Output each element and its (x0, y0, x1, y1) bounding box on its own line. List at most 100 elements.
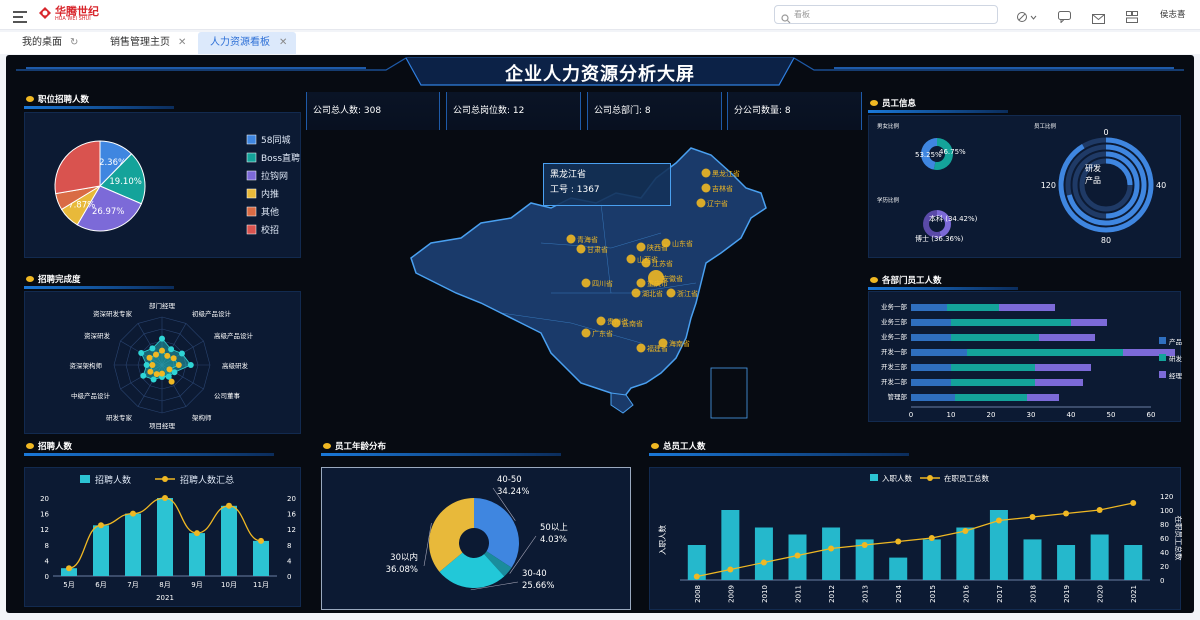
line-point (1130, 500, 1137, 506)
panel-recruit-bar: 招聘人数 招聘人数汇总 0 0 4 4 8 8 12 12 16 16 20 20 5月 6月 7月 8月 9月 10… (24, 467, 301, 607)
y2-tick-label: 20 (287, 495, 296, 503)
stat-card-branches: 分公司数量: 8 (727, 92, 862, 130)
donut-value: 4.03% (540, 535, 567, 545)
x-tick-label: 2018 (1030, 585, 1038, 603)
panel-radar: 部门经理 初级产品设计 高级产品设计 高级研发 公司董事 架构师 项目经理 研发专家 中级产品设… (24, 291, 301, 434)
bar (221, 505, 237, 576)
line-point (226, 502, 232, 509)
map-label: 云南省 (622, 319, 643, 328)
legend-swatch (1159, 337, 1166, 344)
top-bar: 华腾世纪 HUA WEI SHUI 看板 侯志喜 (0, 0, 1200, 30)
tab-desktop[interactable]: 我的桌面 ↻ (14, 32, 96, 54)
stat-branches: 分公司数量: 8 (734, 106, 791, 116)
tab-hr[interactable]: 人力资源看板 ✕ (198, 32, 296, 54)
bar-segment (1039, 334, 1095, 341)
refresh-icon[interactable]: ↻ (70, 32, 78, 54)
x-tick-label: 0 (909, 411, 913, 419)
line-point (258, 537, 264, 544)
section-title-recruit-count: 招聘人数 (24, 440, 274, 456)
radar-point (170, 355, 177, 362)
map-point (626, 254, 636, 264)
y2-tick-label: 16 (287, 511, 296, 519)
y-axis-title: 入职人数 (657, 525, 667, 555)
radar-label: 资深架构师 (70, 361, 103, 370)
section-title-info: 员工信息 (868, 97, 1008, 113)
mail-icon[interactable] (1092, 9, 1105, 28)
x-tick-label: 5月 (63, 581, 74, 589)
map-label: 吉林省 (712, 184, 733, 193)
radar-label: 初级产品设计 (192, 309, 232, 318)
staff-title: 员工比例 (1034, 122, 1057, 130)
y2-tick-label: 120 (1160, 493, 1173, 501)
radar-label: 部门经理 (149, 301, 176, 310)
section-title-dept: 各部门员工人数 (868, 274, 1018, 290)
bar (93, 525, 109, 576)
section-title-recruit-positions: 职位招聘人数 (24, 93, 174, 109)
menu-icon[interactable] (13, 8, 27, 23)
search-input[interactable]: 看板 (774, 5, 998, 24)
y2-tick-label: 0 (1160, 577, 1164, 585)
bar-segment (911, 334, 951, 341)
bar-segment (955, 394, 1027, 401)
line-point (194, 530, 200, 537)
bar (956, 527, 975, 580)
y-tick-label: 12 (40, 526, 49, 534)
y-tick-label: 16 (40, 511, 49, 519)
map-point (566, 234, 576, 244)
bar-segment (1071, 319, 1107, 326)
line-point (1096, 507, 1103, 513)
gender-label: 46.75% (939, 148, 966, 156)
map-point (661, 238, 671, 248)
y-tick-label: 管理部 (888, 392, 908, 401)
legend-swatch (80, 475, 90, 483)
legend-label: 招聘人数 (95, 474, 131, 486)
donut-value: 25.66% (522, 581, 554, 591)
x-tick-label: 2015 (929, 585, 937, 603)
bar-segment (1035, 364, 1091, 371)
tab-sales[interactable]: 销售管理主页 ✕ (102, 32, 192, 54)
section-title-total: 总员工人数 (649, 440, 909, 456)
close-icon[interactable]: ✕ (279, 32, 287, 54)
legend-dot (927, 475, 933, 481)
user-name[interactable]: 侯志喜 (1160, 8, 1186, 20)
legend-label: 其他 (261, 206, 279, 218)
map-point (658, 338, 668, 348)
map-point (701, 183, 711, 193)
bar (253, 540, 269, 576)
legend-label: 58同城 (261, 135, 290, 146)
line-point (66, 565, 72, 572)
y-tick-label: 业务三部 (881, 317, 908, 326)
map-label: 重庆市 (647, 279, 668, 288)
line-point (727, 566, 734, 573)
map-point (696, 198, 706, 208)
pie-label: 26.97% (92, 207, 124, 217)
x-tick-label: 30 (1027, 411, 1036, 419)
legend-swatch (246, 134, 257, 145)
chat-icon[interactable] (1058, 8, 1071, 27)
y2-axis-title: 在职员工总数 (1174, 516, 1182, 561)
theme-icon[interactable] (1017, 8, 1037, 27)
legend-label: 入职人数 (882, 473, 912, 483)
stat-departments: 公司总部门: 8 (594, 106, 651, 116)
y-tick-label: 业务一部 (881, 302, 908, 311)
bar-segment (911, 394, 955, 401)
bar (754, 527, 773, 580)
close-icon[interactable]: ✕ (178, 32, 186, 54)
x-tick-label: 6月 (95, 581, 106, 589)
tooltip-title: 黑龙江省 (550, 170, 587, 180)
radar-point (138, 350, 145, 356)
line-point (828, 545, 835, 552)
radar-label: 高级研发 (222, 361, 249, 370)
map-label: 甘肃省 (587, 245, 608, 254)
line-point (861, 542, 868, 548)
radar-point (168, 378, 175, 385)
legend-label: 校招 (261, 224, 279, 236)
x-tick-label: 10月 (221, 581, 237, 589)
bar-segment (999, 304, 1055, 311)
settings-icon[interactable] (1126, 8, 1138, 27)
staff-tick: 80 (1101, 236, 1111, 245)
radar-point (149, 362, 156, 368)
staff-tick: 0 (1103, 128, 1108, 137)
x-tick-label: 2011 (795, 585, 803, 603)
tooltip-value: 工号 : 1367 (550, 185, 600, 195)
